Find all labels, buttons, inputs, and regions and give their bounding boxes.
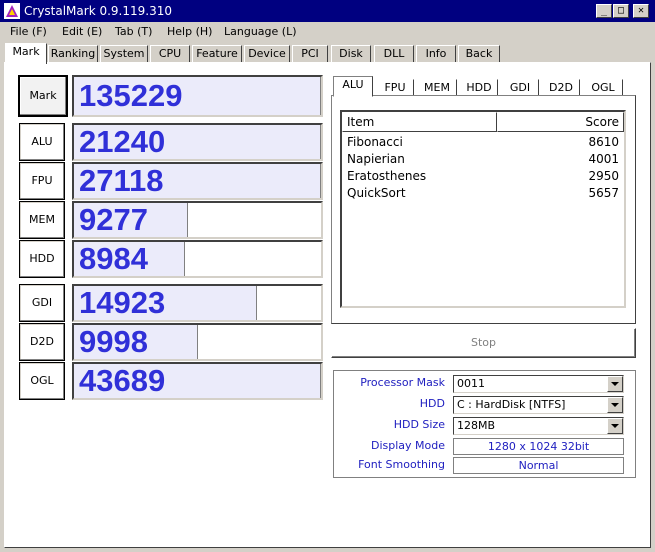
fpu-score-value: 27118 [79,163,164,198]
subtab-hdd[interactable]: HDD [460,79,498,96]
maximize-button[interactable]: □ [613,4,629,18]
menu-bar: File (F) Edit (E) Tab (T) Help (H) Langu… [0,22,655,42]
menu-tab[interactable]: Tab (T) [115,24,152,40]
processor-mask-value: 0011 [457,377,485,390]
d2d-button[interactable]: D2D [19,323,65,361]
subtab-fpu[interactable]: FPU [376,79,414,96]
chevron-down-icon[interactable] [607,418,623,434]
tab-cpu[interactable]: CPU [150,45,190,63]
result-list[interactable]: Item Score Fibonacci 8610 Napierian 4001… [340,110,626,308]
processor-mask-label: Processor Mask [360,376,445,389]
chevron-down-icon[interactable] [607,397,623,413]
subtab-d2d[interactable]: D2D [542,79,580,96]
title-bar[interactable]: CrystalMark 0.9.119.310 _ □ ✕ [0,0,655,22]
alu-score: 21240 [72,123,323,161]
ogl-button[interactable]: OGL [19,362,65,400]
hdd-button[interactable]: HDD [19,240,65,278]
fpu-button[interactable]: FPU [19,162,65,200]
menu-help[interactable]: Help (H) [167,24,212,40]
menu-file[interactable]: File (F) [10,24,47,40]
column-header-score[interactable]: Score [497,112,624,132]
fpu-score: 27118 [72,162,323,200]
list-item-score: 8610 [588,135,619,149]
column-header-item[interactable]: Item [342,112,497,132]
hdd-size-label: HDD Size [393,418,445,431]
hdd-value: C : HardDisk [NTFS] [457,398,566,411]
mem-score-value: 9277 [79,202,148,237]
tab-mark[interactable]: Mark [5,43,47,64]
font-smoothing-value: Normal [453,457,624,474]
tab-disk[interactable]: Disk [331,45,371,63]
tab-dll[interactable]: DLL [374,45,414,63]
close-button[interactable]: ✕ [633,4,649,18]
list-item[interactable]: Eratosthenes 2950 [347,168,619,185]
tab-back[interactable]: Back [458,45,500,63]
alu-button[interactable]: ALU [19,123,65,161]
mark-score-value: 135229 [79,78,183,113]
ogl-score-value: 43689 [79,363,166,398]
list-item-name: QuickSort [347,186,406,200]
display-mode-value: 1280 x 1024 32bit [453,438,624,455]
list-item-name: Napierian [347,152,405,166]
app-icon [4,3,20,19]
hdd-score-value: 8984 [79,241,148,276]
subtab-ogl[interactable]: OGL [583,79,623,96]
hdd-size-value: 128MB [457,419,496,432]
list-item-name: Eratosthenes [347,169,427,183]
tab-pci[interactable]: PCI [292,45,328,63]
tab-system[interactable]: System [100,45,148,63]
hdd-label: HDD [419,397,445,410]
tab-ranking[interactable]: Ranking [48,45,98,63]
list-item-score: 4001 [588,152,619,166]
list-item[interactable]: Fibonacci 8610 [347,134,619,151]
list-item[interactable]: QuickSort 5657 [347,185,619,202]
alu-score-value: 21240 [79,124,166,159]
gdi-score: 14923 [72,284,323,322]
tab-info[interactable]: Info [416,45,456,63]
subtab-mem[interactable]: MEM [417,79,457,96]
mem-score: 9277 [72,201,323,239]
list-item-score: 2950 [588,169,619,183]
menu-language[interactable]: Language (L) [224,24,297,40]
tab-feature[interactable]: Feature [192,45,242,63]
menu-edit[interactable]: Edit (E) [62,24,102,40]
mark-button[interactable]: Mark [18,75,68,117]
stop-button[interactable]: Stop [331,328,636,358]
hdd-score: 8984 [72,240,323,278]
mem-button[interactable]: MEM [19,201,65,239]
hdd-size-select[interactable]: 128MB [453,417,624,435]
window-title: CrystalMark 0.9.119.310 [24,4,172,18]
hdd-select[interactable]: C : HardDisk [NTFS] [453,396,624,414]
subtab-alu[interactable]: ALU [333,76,373,97]
minimize-button[interactable]: _ [596,4,612,18]
chevron-down-icon[interactable] [607,376,623,392]
tab-device[interactable]: Device [244,45,290,63]
list-item[interactable]: Napierian 4001 [347,151,619,168]
font-smoothing-label: Font Smoothing [358,458,445,471]
subtab-gdi[interactable]: GDI [501,79,539,96]
d2d-score-value: 9998 [79,324,148,359]
processor-mask-select[interactable]: 0011 [453,375,624,393]
d2d-score: 9998 [72,323,323,361]
mark-score: 135229 [72,75,323,117]
ogl-score: 43689 [72,362,323,400]
gdi-button[interactable]: GDI [19,284,65,322]
list-item-score: 5657 [588,186,619,200]
gdi-score-value: 14923 [79,285,166,320]
display-mode-label: Display Mode [370,439,445,452]
list-item-name: Fibonacci [347,135,403,149]
